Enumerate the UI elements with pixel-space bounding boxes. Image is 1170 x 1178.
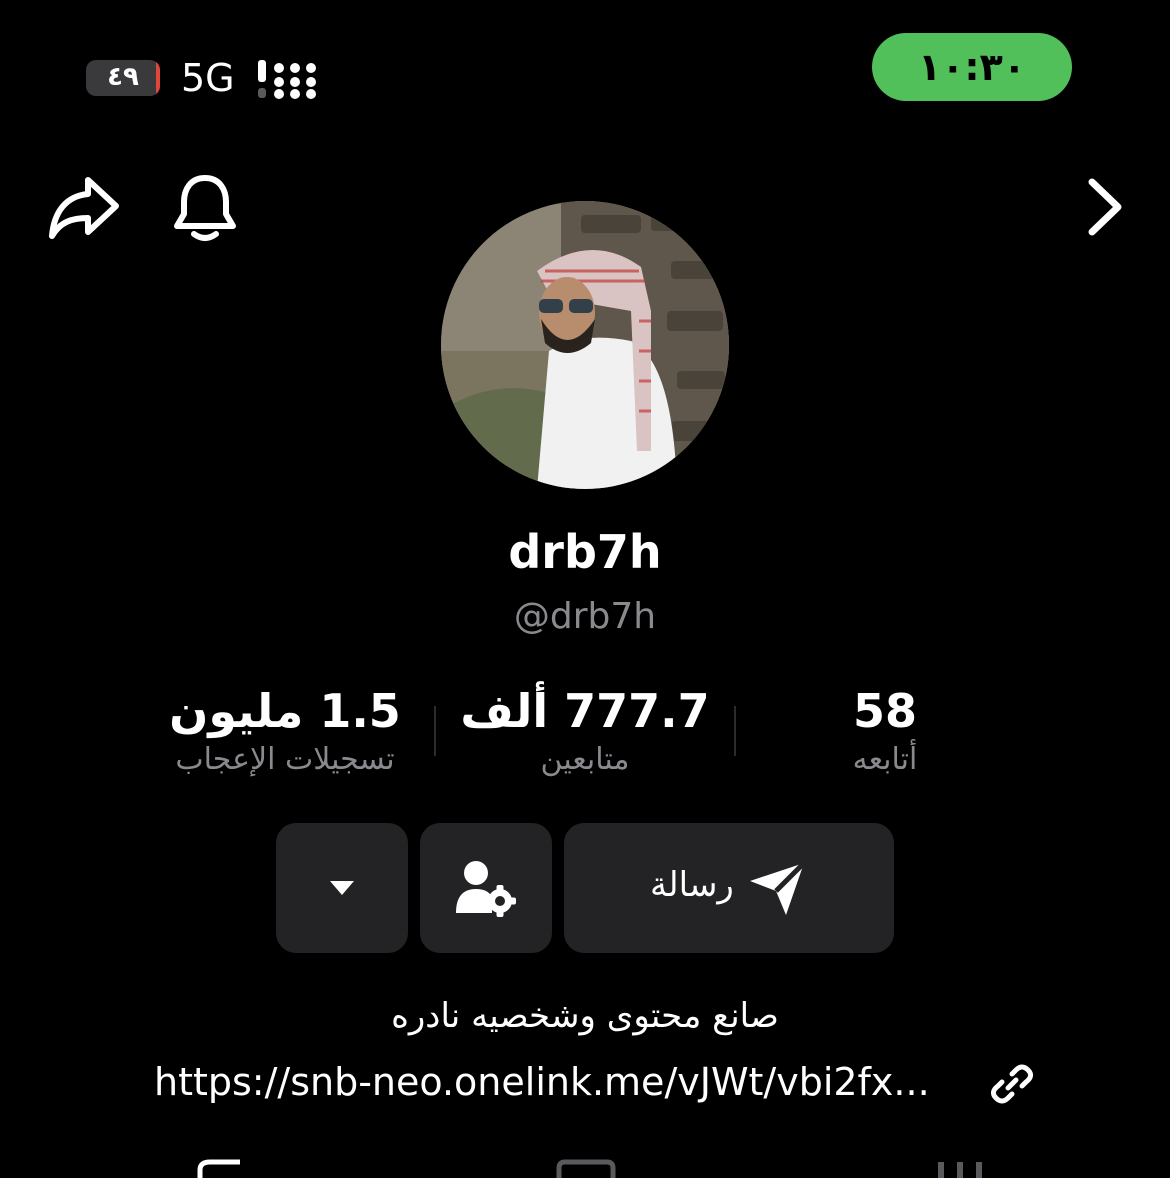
profile-bio: صانع محتوى وشخصيه نادره	[391, 996, 779, 1036]
status-time: ١٠:٣٠	[872, 33, 1072, 101]
profile-settings-button[interactable]	[420, 823, 552, 953]
avatar[interactable]	[441, 201, 729, 489]
stat-likes: 1.5 مليون تسجيلات الإعجاب	[140, 684, 430, 777]
following-label: أتابعه	[852, 742, 918, 777]
stat-divider	[434, 706, 436, 756]
stat-following[interactable]: 58 أتابعه	[760, 684, 1010, 777]
profile-link-text[interactable]: https://snb-neo.onelink.me/vJWt/vbi2fx..…	[154, 1060, 930, 1104]
user-gear-icon	[456, 861, 516, 917]
message-button-label: رسالة	[650, 865, 734, 905]
display-name: drb7h	[508, 525, 662, 579]
battery-level-text: ٤٩	[107, 62, 139, 92]
username-handle: @drb7h	[513, 596, 657, 637]
stat-divider	[734, 706, 736, 756]
followers-label: متابعين	[540, 742, 630, 777]
reposts-tab-icon[interactable]	[190, 1158, 260, 1178]
network-type: 5G	[181, 56, 235, 100]
share-icon[interactable]	[46, 172, 122, 242]
stat-followers[interactable]: 777.7 ألف متابعين	[450, 684, 720, 777]
send-icon	[750, 861, 806, 915]
profile-link[interactable]: https://snb-neo.onelink.me/vJWt/vbi2fx..…	[150, 1058, 1040, 1108]
followers-count: 777.7 ألف	[460, 684, 710, 738]
videos-tab-icon[interactable]	[932, 1158, 988, 1178]
caret-down-icon	[330, 881, 354, 895]
more-dropdown-button[interactable]	[276, 823, 408, 953]
message-button[interactable]: رسالة	[564, 823, 894, 953]
following-count: 58	[852, 684, 917, 738]
chevron-right-icon[interactable]	[1082, 176, 1128, 238]
battery-indicator: ٤٩	[86, 60, 160, 96]
link-icon	[990, 1064, 1034, 1104]
likes-label: تسجيلات الإعجاب	[175, 742, 395, 777]
saved-tab-icon[interactable]	[555, 1158, 617, 1178]
signal-strength-icon	[258, 60, 316, 99]
bell-icon[interactable]	[172, 170, 238, 244]
avatar-photo	[441, 201, 729, 489]
likes-count: 1.5 مليون	[169, 684, 401, 738]
